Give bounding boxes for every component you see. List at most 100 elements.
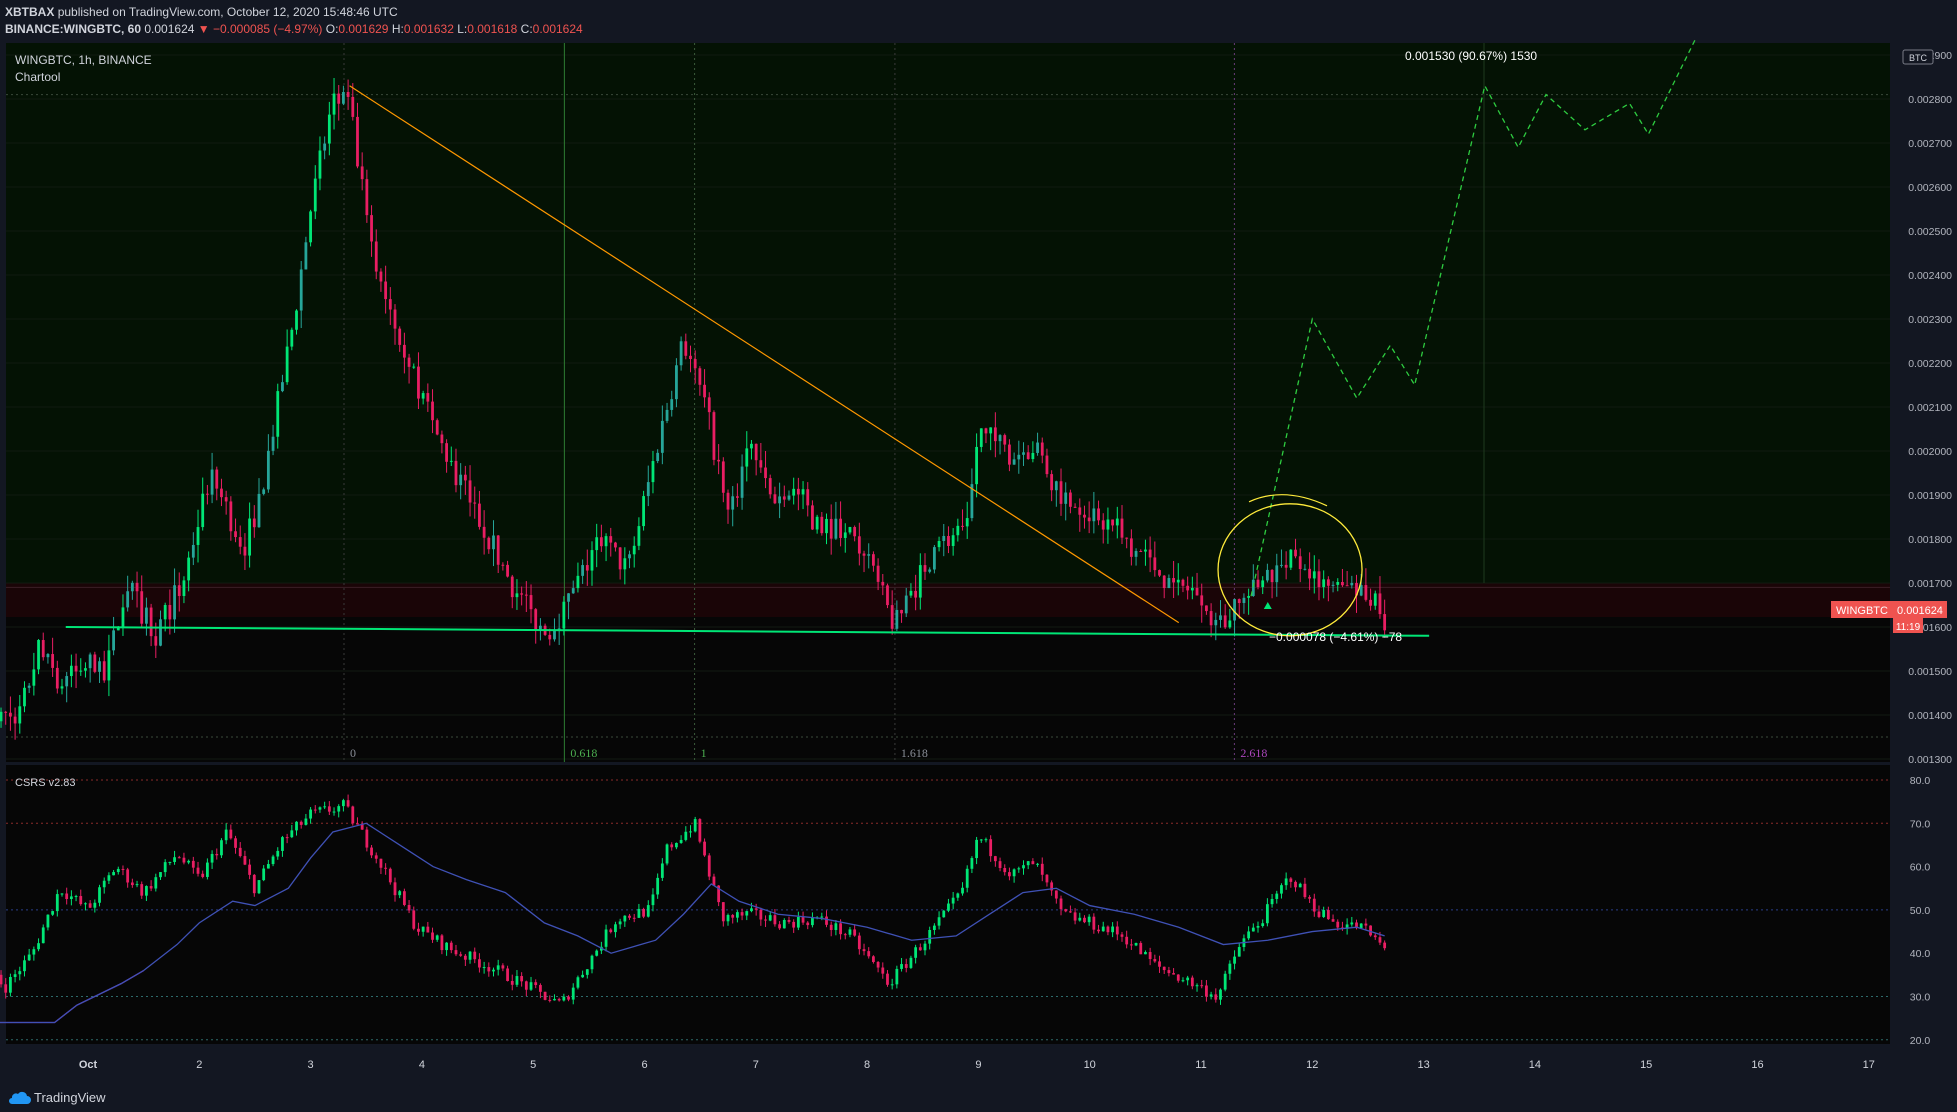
indicator-bar xyxy=(1106,926,1110,933)
candle-body xyxy=(571,588,575,594)
candle-body xyxy=(313,178,317,212)
candle-body xyxy=(1223,615,1227,628)
candle-body xyxy=(721,461,725,493)
candle-body xyxy=(55,667,59,689)
candle-body xyxy=(801,489,805,495)
candle-body xyxy=(510,576,514,598)
indicator-bar xyxy=(135,884,139,886)
indicator-bar xyxy=(900,964,903,969)
candle-body xyxy=(449,460,453,462)
candle-body xyxy=(515,593,519,598)
indicator-bar xyxy=(595,950,599,956)
currency-badge: BTC xyxy=(1902,49,1934,65)
indicator-bar xyxy=(1176,974,1180,981)
candle-body xyxy=(796,488,800,495)
candle-body xyxy=(834,518,838,539)
candle-body xyxy=(1026,452,1030,460)
price-tick-label: 0.001800 xyxy=(1908,534,1952,546)
candle-body xyxy=(1186,585,1190,591)
price-tick-label: 0.001700 xyxy=(1908,578,1952,590)
candle-body xyxy=(867,554,871,556)
indicator-bar xyxy=(1087,916,1091,923)
indicator-bar xyxy=(98,887,101,903)
candle-body xyxy=(182,580,186,597)
indicator-bar xyxy=(1331,919,1335,922)
indicator-bar xyxy=(309,809,312,819)
candle-body xyxy=(220,488,223,498)
indicator-bar xyxy=(1111,926,1115,933)
candle-body xyxy=(811,505,814,530)
indicator-title: CSRS v2.83 xyxy=(15,777,76,789)
indicator-bar xyxy=(342,800,345,807)
indicator-bar xyxy=(623,915,627,922)
indicator-bar xyxy=(1326,910,1330,920)
indicator-bar xyxy=(27,954,31,961)
candle-body xyxy=(257,493,261,528)
indicator-bar xyxy=(1214,994,1218,1000)
candle-body xyxy=(262,489,266,494)
candle-body xyxy=(965,518,969,527)
indicator-bar xyxy=(337,806,341,812)
indicator-bar xyxy=(984,839,988,841)
candle-body xyxy=(1303,568,1307,570)
candle-body xyxy=(407,357,411,367)
indicator-bar xyxy=(318,807,322,810)
candle-body xyxy=(679,341,683,366)
candle-body xyxy=(759,460,763,468)
candle-body xyxy=(529,595,533,610)
candle-body xyxy=(154,636,158,646)
tradingview-logo[interactable]: TradingView xyxy=(34,1090,106,1105)
indicator-bar xyxy=(886,973,889,985)
indicator-bar xyxy=(84,903,87,905)
candle-body xyxy=(398,328,402,345)
indicator-bar xyxy=(1129,944,1133,946)
indicator-tick-label: 80.0 xyxy=(1910,775,1931,787)
indicator-bar xyxy=(379,858,383,868)
candle-body xyxy=(271,436,275,451)
candle-body xyxy=(210,469,214,495)
indicator-bar xyxy=(628,915,631,918)
candle-body xyxy=(548,634,552,640)
candle-body xyxy=(360,166,364,180)
fib-label: 2.618 xyxy=(1240,746,1267,760)
candle-body xyxy=(435,420,439,435)
indicator-bar xyxy=(468,951,472,960)
candle-body xyxy=(478,503,481,527)
candle-body xyxy=(130,582,134,592)
indicator-bar xyxy=(961,887,964,894)
indicator-bar xyxy=(346,800,350,807)
indicator-bar xyxy=(759,909,763,920)
indicator-bar xyxy=(857,935,861,950)
indicator-bar xyxy=(1012,869,1016,877)
candle-body xyxy=(473,502,477,504)
candle-body xyxy=(370,215,373,242)
fib-label: 0 xyxy=(350,746,356,760)
indicator-tick-label: 30.0 xyxy=(1910,992,1931,1004)
candle-body xyxy=(717,459,721,462)
indicator-bar xyxy=(248,864,252,875)
candle-body xyxy=(506,564,509,577)
candle-body xyxy=(876,565,880,582)
candle-body xyxy=(998,435,1002,442)
indicator-bar xyxy=(853,929,857,936)
candle-body xyxy=(1350,582,1354,586)
candle-body xyxy=(820,516,824,534)
candle-body xyxy=(1059,481,1063,504)
price-tick-label: 0.002400 xyxy=(1908,270,1952,282)
indicator-bar xyxy=(553,998,556,1001)
chart-canvas[interactable]: 0.0013000.0014000.0015000.0016000.001700… xyxy=(0,0,1957,1112)
indicator-bar xyxy=(670,844,674,848)
fib-label: 1 xyxy=(701,746,707,760)
indicator-bar xyxy=(909,957,913,968)
indicator-bar xyxy=(229,829,233,839)
indicator-bar xyxy=(304,818,308,825)
indicator-bar xyxy=(435,935,439,940)
candle-body xyxy=(848,527,852,533)
candle-body xyxy=(693,359,697,369)
price-tick-label: 0.002500 xyxy=(1908,226,1952,238)
indicator-bar xyxy=(266,864,270,869)
indicator-bar xyxy=(839,923,842,935)
candle-body xyxy=(984,428,988,434)
candle-body xyxy=(1200,595,1204,606)
indicator-bar xyxy=(431,932,434,940)
